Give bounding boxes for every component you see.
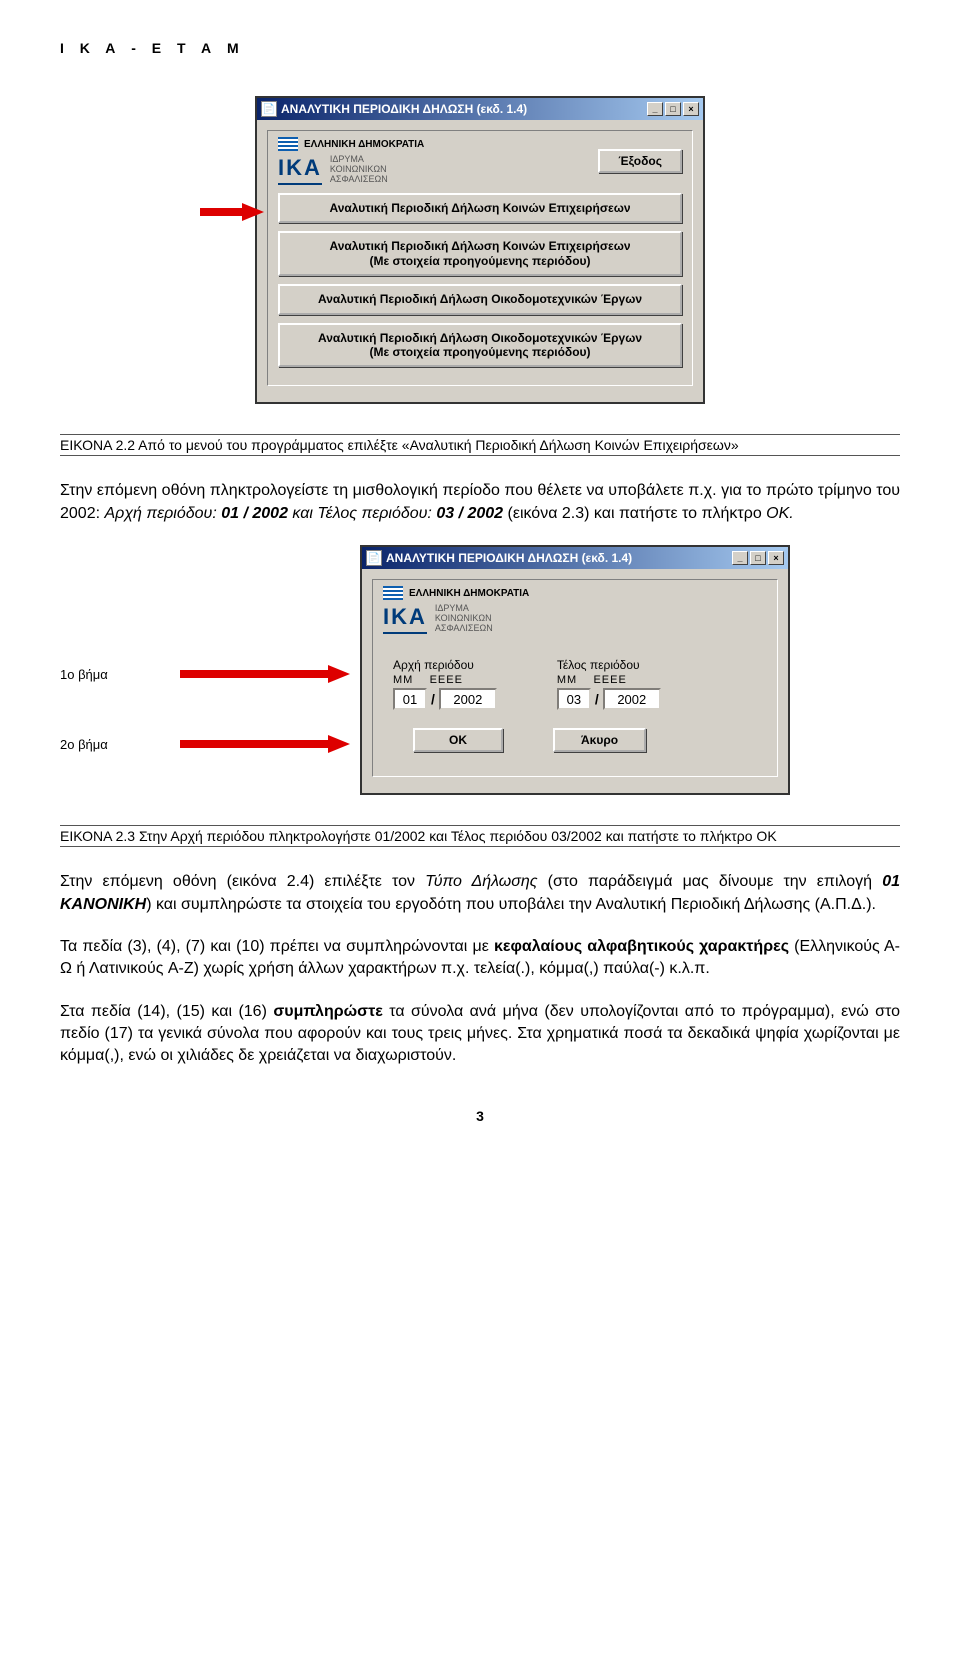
start-month-input[interactable] <box>393 688 427 710</box>
p2-a: Στην επόμενη οθόνη (εικόνα 2.4) επιλέξτε… <box>60 873 425 890</box>
ika-logo-1: IKA <box>278 155 322 185</box>
red-arrow-icon <box>200 203 270 221</box>
page-header: Ι Κ Α - Ε Τ Α Μ <box>60 40 900 56</box>
ika-line3: ΑΣΦΑΛΙΣΕΩΝ <box>330 175 388 185</box>
titlebar-2: 📄 ΑΝΑΛΥΤΙΚΗ ΠΕΡΙΟΔΙΚΗ ΔΗΛΩΣΗ (εκδ. 1.4) … <box>362 547 788 569</box>
start-period-group: Αρχή περιόδου MM ΕΕΕΕ / <box>393 658 497 710</box>
btn2-line1: Αναλυτική Περιοδική Δήλωση Κοινών Επιχει… <box>329 239 630 253</box>
gov-header-2: ΕΛΛΗΝΙΚΗ ΔΗΜΟΚΡΑΤΙΑ <box>409 588 529 599</box>
menu-common-prev-button[interactable]: Αναλυτική Περιοδική Δήλωση Κοινών Επιχει… <box>278 231 682 276</box>
paragraph-3: Τα πεδία (3), (4), (7) και (10) πρέπει ν… <box>60 936 900 981</box>
flag-icon-2 <box>383 586 403 600</box>
maximize-icon-2[interactable]: □ <box>750 551 766 565</box>
ika2-line3: ΑΣΦΑΛΙΣΕΩΝ <box>435 624 493 634</box>
exit-button[interactable]: Έξοδος <box>598 149 682 173</box>
figure-caption-2: ΕΙΚΟΝΑ 2.3 Στην Αρχή περιόδου πληκτρολογ… <box>60 825 900 847</box>
red-arrow-step2-icon <box>180 735 350 753</box>
p1-h: ΟΚ. <box>766 505 794 522</box>
p1-c: 01 / 2002 <box>221 505 288 522</box>
app-icon: 📄 <box>261 101 277 117</box>
ika-subtitle-2: ΙΔΡΥΜΑ ΚΟΙΝΩΝΙΚΩΝ ΑΣΦΑΛΙΣΕΩΝ <box>435 604 493 634</box>
btn4-line1: Αναλυτική Περιοδική Δήλωση Οικοδομοτεχνι… <box>318 331 642 345</box>
app-icon-2: 📄 <box>366 550 382 566</box>
titlebar-1: 📄 ΑΝΑΛΥΤΙΚΗ ΠΕΡΙΟΔΙΚΗ ΔΗΛΩΣΗ (εκδ. 1.4) … <box>257 98 703 120</box>
start-mm-header: MM <box>393 674 413 686</box>
close-icon-2[interactable]: × <box>768 551 784 565</box>
minimize-icon-2[interactable]: _ <box>732 551 748 565</box>
p4-b: συμπληρώστε <box>273 1003 382 1020</box>
maximize-icon[interactable]: □ <box>665 102 681 116</box>
p2-b: Τύπο Δήλωσης <box>425 873 547 890</box>
menu-common-declaration-button[interactable]: Αναλυτική Περιοδική Δήλωση Κοινών Επιχει… <box>278 193 682 223</box>
p3-b: κεφαλαίους αλφαβητικούς χαρακτήρες <box>494 938 789 955</box>
end-yyyy-header: ΕΕΕΕ <box>593 674 626 686</box>
app-window-1: 📄 ΑΝΑΛΥΤΙΚΗ ΠΕΡΙΟΔΙΚΗ ΔΗΛΩΣΗ (εκδ. 1.4) … <box>255 96 705 404</box>
flag-icon <box>278 137 298 151</box>
minimize-icon[interactable]: _ <box>647 102 663 116</box>
slash-1: / <box>431 691 435 707</box>
btn2-line2: (Με στοιχεία προηγούμενης περιόδου) <box>370 254 591 268</box>
page-number: 3 <box>60 1108 900 1124</box>
p2-e: ) και συμπληρώστε τα στοιχεία του εργοδό… <box>146 896 876 913</box>
ika-logo-2: IKA <box>383 604 427 634</box>
p1-e: Τέλος περιόδου: <box>317 505 436 522</box>
btn4-line2: (Με στοιχεία προηγούμενης περιόδου) <box>370 345 591 359</box>
ok-button[interactable]: OK <box>413 728 503 752</box>
p3-a: Τα πεδία (3), (4), (7) και (10) πρέπει ν… <box>60 938 494 955</box>
figure-caption-1: ΕΙΚΟΝΑ 2.2 Από το μενού του προγράμματος… <box>60 434 900 456</box>
end-mm-header: MM <box>557 674 577 686</box>
step-1-label: 1ο βήμα <box>60 667 180 682</box>
p1-f: 03 / 2002 <box>436 505 507 522</box>
menu-construction-prev-button[interactable]: Αναλυτική Περιοδική Δήλωση Οικοδομοτεχνι… <box>278 323 682 368</box>
end-period-label: Τέλος περιόδου <box>557 658 661 672</box>
p4-a: Στα πεδία (14), (15) και (16) <box>60 1003 273 1020</box>
end-year-input[interactable] <box>603 688 661 710</box>
p1-g: (εικόνα 2.3) και πατήστε το πλήκτρο <box>507 505 766 522</box>
start-yyyy-header: ΕΕΕΕ <box>430 674 463 686</box>
red-arrow-step1-icon <box>180 665 350 683</box>
p2-c: (στο παράδειγμά μας δίνουμε την επιλογή <box>548 873 883 890</box>
close-icon[interactable]: × <box>683 102 699 116</box>
cancel-button[interactable]: Άκυρο <box>553 728 646 752</box>
slash-2: / <box>595 691 599 707</box>
ika-subtitle-1: ΙΔΡΥΜΑ ΚΟΙΝΩΝΙΚΩΝ ΑΣΦΑΛΙΣΕΩΝ <box>330 155 388 185</box>
end-month-input[interactable] <box>557 688 591 710</box>
menu-construction-button[interactable]: Αναλυτική Περιοδική Δήλωση Οικοδομοτεχνι… <box>278 284 682 314</box>
start-year-input[interactable] <box>439 688 497 710</box>
start-period-label: Αρχή περιόδου <box>393 658 497 672</box>
paragraph-4: Στα πεδία (14), (15) και (16) συμπληρώστ… <box>60 1001 900 1068</box>
p1-d: και <box>288 505 317 522</box>
p1-b: Αρχή περιόδου: <box>104 505 221 522</box>
step-2-label: 2ο βήμα <box>60 737 180 752</box>
app-window-2: 📄 ΑΝΑΛΥΤΙΚΗ ΠΕΡΙΟΔΙΚΗ ΔΗΛΩΣΗ (εκδ. 1.4) … <box>360 545 790 795</box>
gov-header-1: ΕΛΛΗΝΙΚΗ ΔΗΜΟΚΡΑΤΙΑ <box>304 139 424 150</box>
window-title-1: ΑΝΑΛΥΤΙΚΗ ΠΕΡΙΟΔΙΚΗ ΔΗΛΩΣΗ (εκδ. 1.4) <box>281 102 647 116</box>
window-title-2: ΑΝΑΛΥΤΙΚΗ ΠΕΡΙΟΔΙΚΗ ΔΗΛΩΣΗ (εκδ. 1.4) <box>386 551 732 565</box>
paragraph-1: Στην επόμενη οθόνη πληκτρολογείστε τη μι… <box>60 480 900 525</box>
paragraph-2: Στην επόμενη οθόνη (εικόνα 2.4) επιλέξτε… <box>60 871 900 916</box>
end-period-group: Τέλος περιόδου MM ΕΕΕΕ / <box>557 658 661 710</box>
